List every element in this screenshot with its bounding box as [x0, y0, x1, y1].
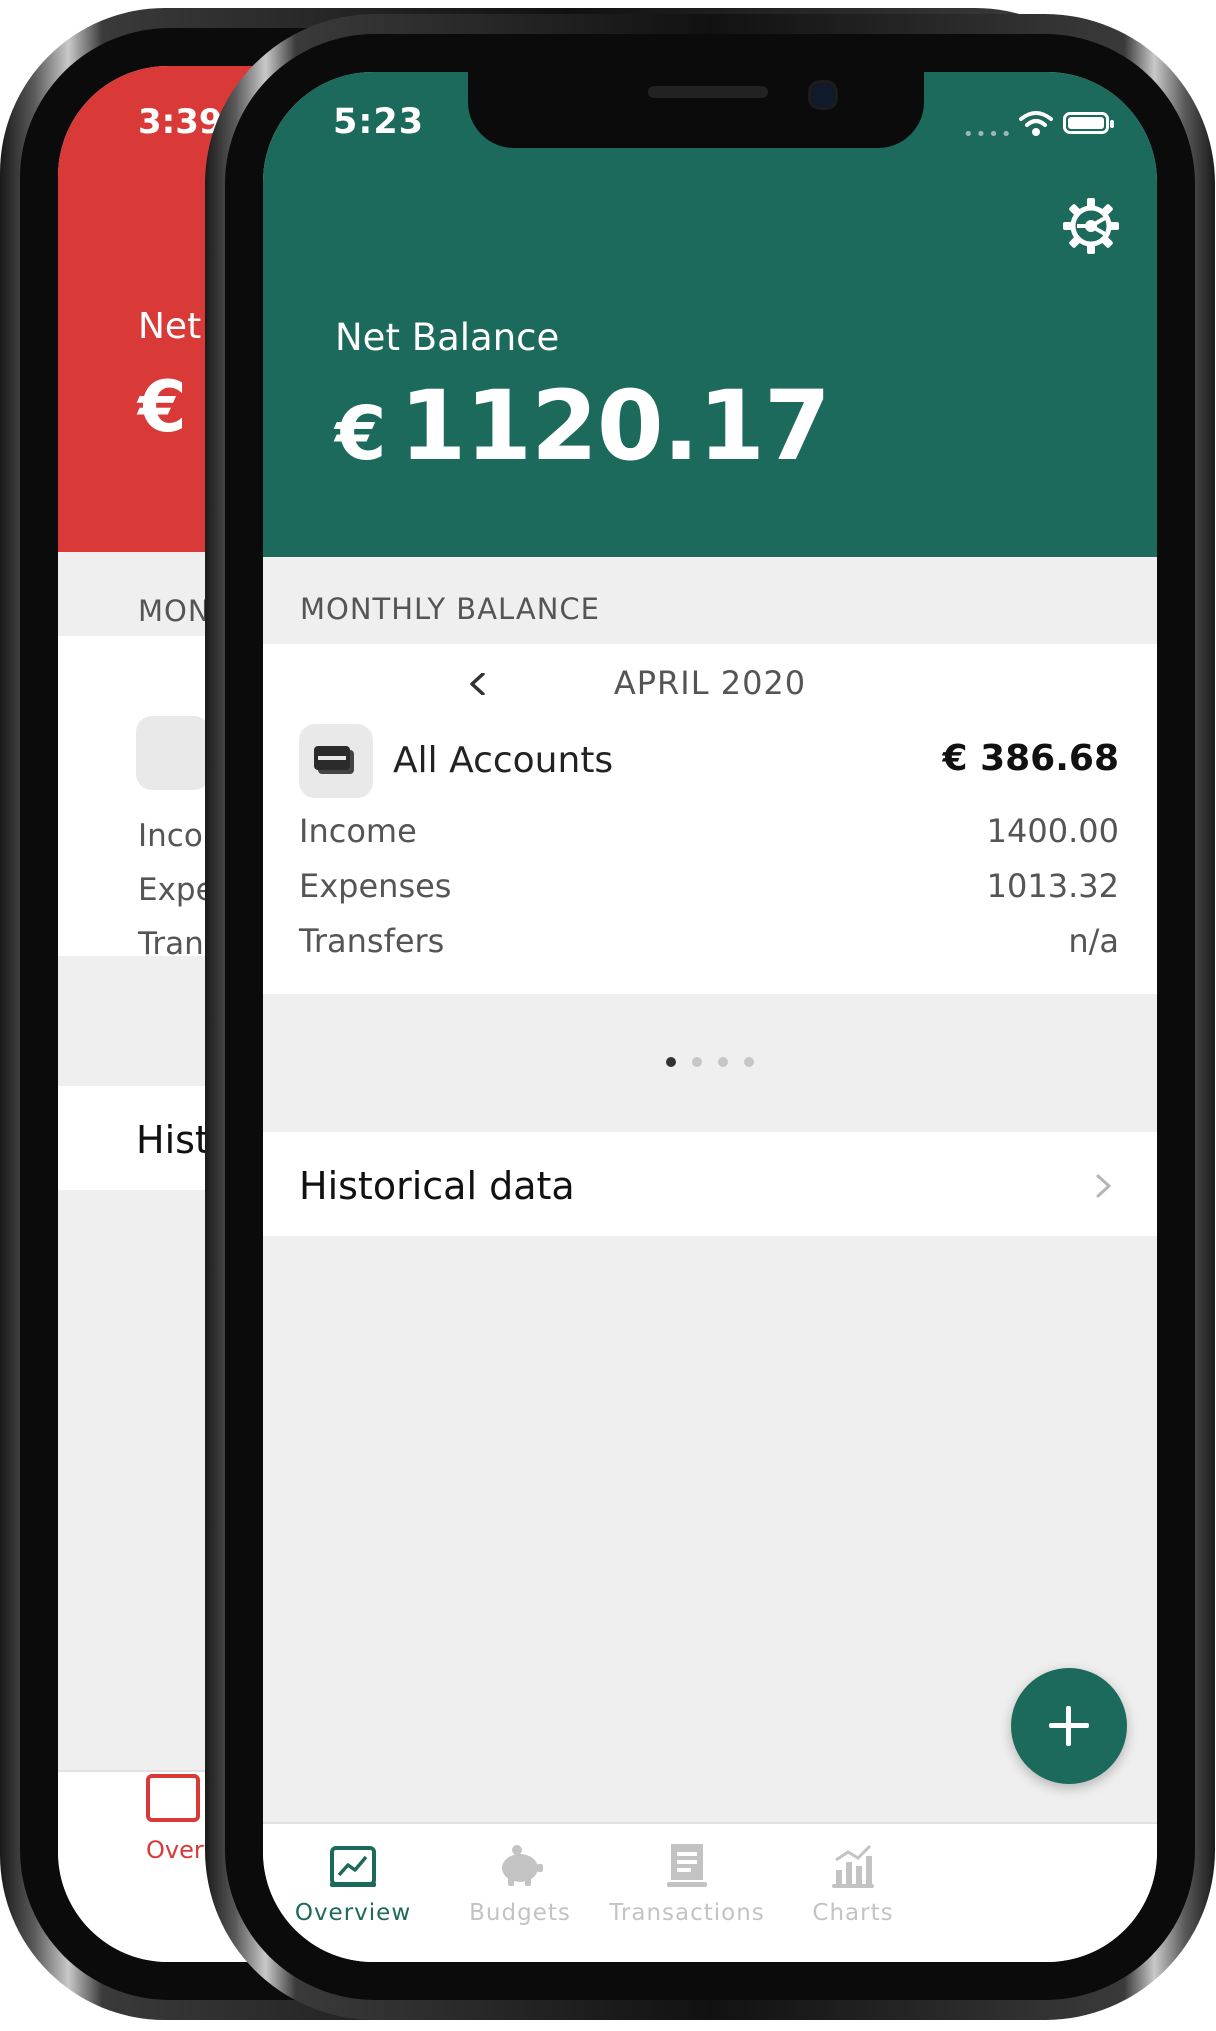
- tab-charts[interactable]: Charts: [753, 1842, 953, 1926]
- signal-icon: ••••: [963, 124, 1014, 145]
- account-total: € 386.68: [942, 738, 1119, 779]
- back-overview-icon: [146, 1774, 200, 1822]
- back-wallet-icon: [136, 716, 210, 790]
- app-screen: 5:23 •••• Net Balance € 1120.17 MONTHLY …: [263, 72, 1157, 1962]
- notch: [468, 72, 924, 148]
- settings-gear-icon[interactable]: [1061, 196, 1121, 256]
- income-label: Income: [299, 812, 417, 850]
- historical-data-label: Historical data: [299, 1164, 575, 1208]
- net-balance-label: Net Balance: [335, 316, 560, 359]
- monthly-balance-title: MONTHLY BALANCE: [300, 592, 600, 626]
- month-label: APRIL 2020: [613, 664, 807, 702]
- currency-symbol: €: [335, 391, 386, 477]
- piggy-bank-icon: [502, 1845, 543, 1886]
- page-dot[interactable]: [666, 1057, 676, 1067]
- net-balance-amount: €1120.17: [335, 370, 831, 482]
- back-net-label: Net: [138, 306, 202, 347]
- transfers-value: n/a: [1068, 922, 1119, 960]
- add-transaction-button[interactable]: [1011, 1668, 1127, 1784]
- income-value: 1400.00: [986, 812, 1119, 850]
- wifi-icon: [1019, 111, 1053, 136]
- page-indicator[interactable]: [263, 1052, 1157, 1067]
- page-dot[interactable]: [744, 1057, 754, 1067]
- page-dot[interactable]: [718, 1057, 728, 1067]
- plus-icon: [1066, 1706, 1071, 1746]
- front-phone-mockup: 5:23 •••• Net Balance € 1120.17 MONTHLY …: [205, 14, 1215, 2020]
- battery-icon: [1063, 112, 1114, 134]
- page-dot[interactable]: [692, 1057, 702, 1067]
- chevron-right-icon: [1096, 1174, 1111, 1198]
- account-name: All Accounts: [393, 740, 614, 781]
- speaker-icon: [648, 86, 768, 98]
- wallet-icon: [299, 724, 373, 798]
- overview-icon: [330, 1846, 376, 1887]
- expenses-label: Expenses: [299, 867, 452, 905]
- expenses-value: 1013.32: [986, 867, 1119, 905]
- bar-chart-icon: [832, 1844, 874, 1888]
- camera-icon: [808, 80, 838, 110]
- transfers-label: Transfers: [299, 922, 445, 960]
- net-balance-value: 1120.17: [399, 370, 831, 482]
- status-time: 5:23: [333, 102, 425, 142]
- tab-label: Charts: [812, 1900, 894, 1926]
- status-indicators: ••••: [963, 110, 1123, 145]
- receipt-icon: [667, 1844, 707, 1887]
- back-currency: €: [138, 366, 187, 448]
